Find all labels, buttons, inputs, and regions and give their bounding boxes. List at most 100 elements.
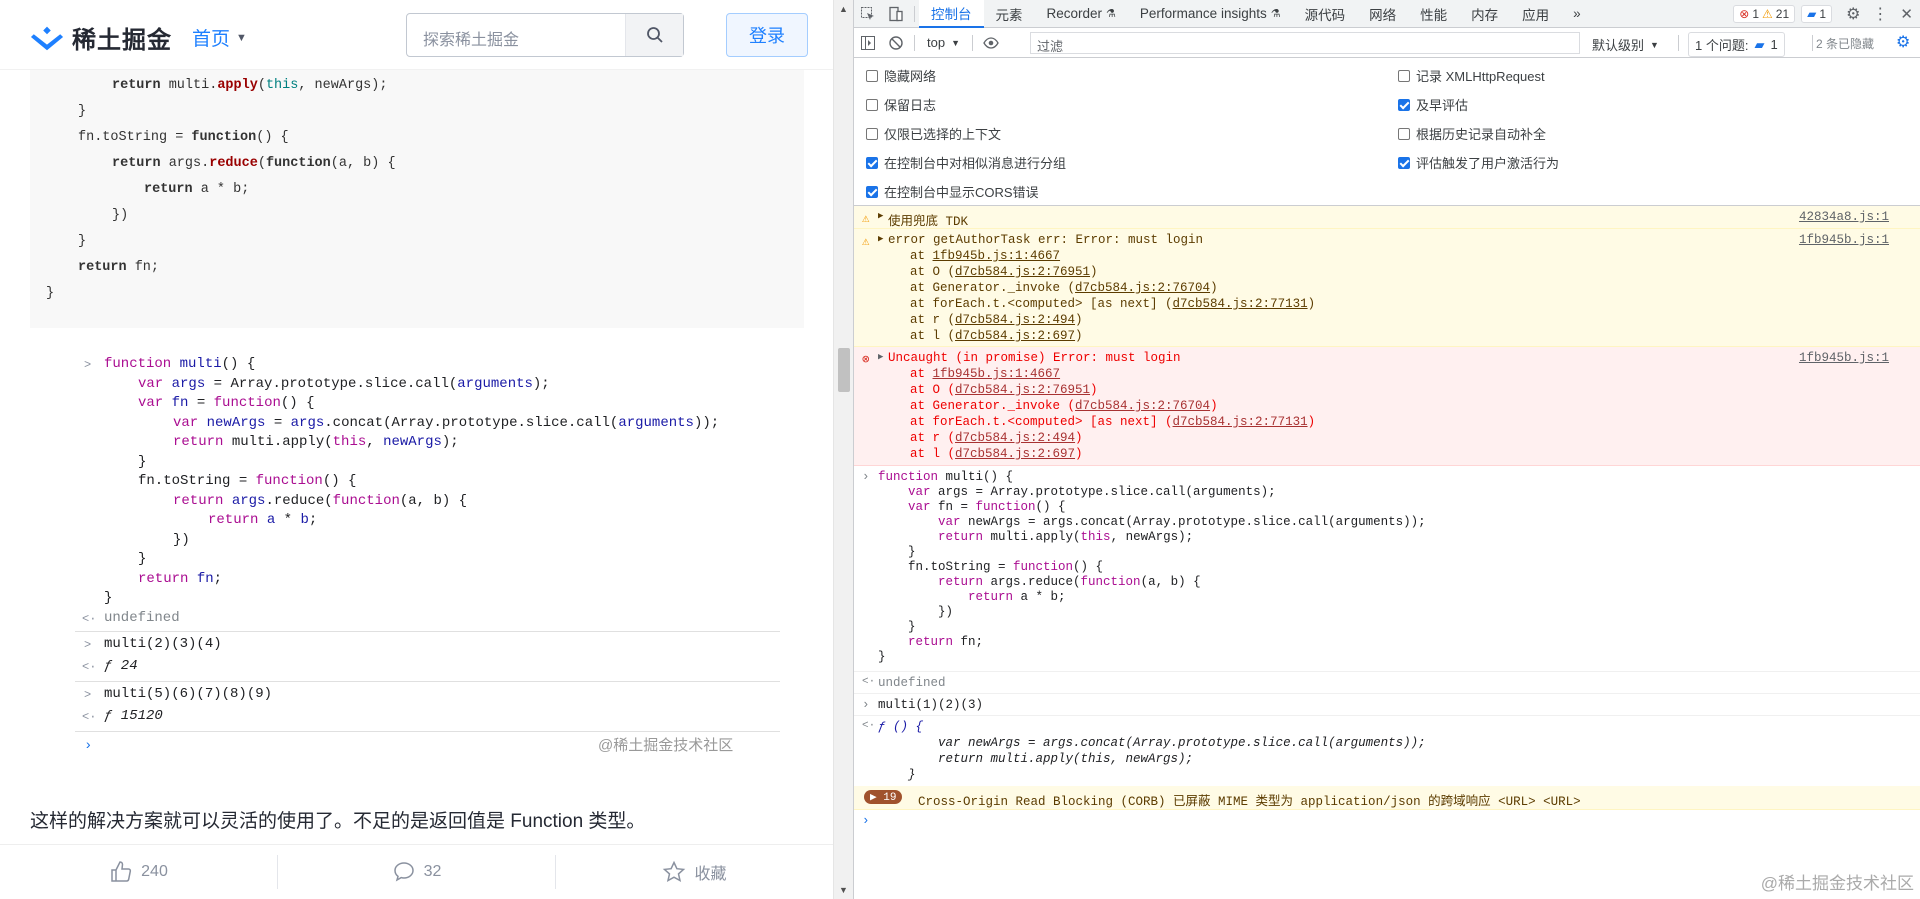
console-settings-gear-icon[interactable]: ⚙: [1896, 32, 1910, 52]
scroll-up-icon[interactable]: ▲: [839, 4, 848, 14]
gear-icon[interactable]: ⚙: [1846, 4, 1860, 24]
repeat-count-badge: ▶ 19: [864, 790, 903, 804]
message-counter[interactable]: ▰ 1: [1801, 5, 1833, 23]
search-input[interactable]: 探索稀土掘金: [407, 14, 625, 56]
stack-frame: at 1fb945b.js:1:4667: [910, 367, 1061, 381]
issues-button[interactable]: 1 个问题: ▰ 1: [1688, 32, 1785, 57]
sidebar-toggle-icon[interactable]: [854, 29, 882, 57]
stack-link[interactable]: d7cb584.js:2:76704: [1075, 281, 1210, 295]
setting-eager-eval[interactable]: 及早评估: [1398, 95, 1468, 114]
like-button[interactable]: 240: [0, 845, 277, 899]
code-block: return multi.apply(this, newArgs); } fn.…: [30, 70, 804, 328]
console-prompt[interactable]: ›: [854, 810, 1920, 832]
expand-triangle-icon[interactable]: ▶: [878, 234, 883, 244]
checkbox[interactable]: [1398, 127, 1410, 140]
stack-frame: at 1fb945b.js:1:4667: [910, 249, 1061, 263]
page-scrollbar[interactable]: ▲ ▼: [833, 0, 853, 899]
stack-link[interactable]: 1fb945b.js:1:4667: [933, 367, 1061, 381]
console-error[interactable]: ⊗ ▶ Uncaught (in promise) Error: must lo…: [854, 347, 1920, 466]
checkbox[interactable]: [1398, 156, 1410, 169]
stack-link[interactable]: d7cb584.js:2:697: [955, 329, 1075, 343]
console-warning[interactable]: ⚠ ▶ error getAuthorTask err: Error: must…: [854, 229, 1920, 347]
setting-hide-network[interactable]: 隐藏网络: [866, 66, 936, 85]
nav-home-label: 首页: [192, 29, 231, 50]
stack-link[interactable]: d7cb584.js:2:494: [955, 431, 1075, 445]
checkbox[interactable]: [866, 185, 878, 198]
tab-recorder[interactable]: Recorder ⚗: [1035, 0, 1128, 28]
error-text: Uncaught (in promise) Error: must login: [888, 351, 1181, 365]
checkbox[interactable]: [866, 98, 878, 111]
stack-link[interactable]: d7cb584.js:2:697: [955, 447, 1075, 461]
setting-autocomplete-history[interactable]: 根据历史记录自动补全: [1398, 124, 1546, 143]
log-level-dropdown[interactable]: 默认级别 ▼: [1592, 35, 1659, 54]
stack-link[interactable]: d7cb584.js:2:76704: [1075, 399, 1210, 413]
expand-triangle-icon[interactable]: ▶: [878, 352, 883, 362]
setting-log-xhr[interactable]: 记录 XMLHttpRequest: [1398, 66, 1545, 85]
clear-console-icon[interactable]: [882, 29, 910, 57]
console-warning[interactable]: ⚠ ▶ 使用兜底 TDK 42834a8.js:1: [854, 206, 1920, 229]
stack-link[interactable]: 1fb945b.js:1:4667: [933, 249, 1061, 263]
tab-performance-insights[interactable]: Performance insights ⚗: [1128, 0, 1293, 28]
eye-icon[interactable]: [977, 29, 1005, 57]
tab-performance[interactable]: 性能: [1408, 0, 1459, 28]
result-line[interactable]: ƒ () {: [878, 720, 923, 734]
result-line: return multi.apply(this, newArgs);: [878, 752, 1194, 766]
setting-user-activation[interactable]: 评估触发了用户激活行为: [1398, 153, 1559, 172]
setting-label: 根据历史记录自动补全: [1416, 127, 1547, 142]
kebab-menu-icon[interactable]: ⋮: [1872, 4, 1888, 24]
search-button[interactable]: [625, 14, 683, 56]
checkbox[interactable]: [1398, 69, 1410, 82]
warning-icon: ⚠: [1762, 7, 1773, 21]
collect-button[interactable]: 收藏: [555, 855, 833, 889]
tab-sources[interactable]: 源代码: [1293, 0, 1358, 28]
source-link[interactable]: 1fb945b.js:1: [1799, 233, 1889, 247]
scroll-down-icon[interactable]: ▼: [839, 885, 848, 895]
nav-home-dropdown[interactable]: 首页 ▼: [192, 24, 247, 51]
console-screenshot-image: > function multi() { var args = Array.pr…: [30, 348, 804, 768]
tab-memory[interactable]: 内存: [1459, 0, 1510, 28]
article-pane: 稀土掘金 首页 ▼ 探索稀土掘金 登录 return multi.apply(t…: [0, 0, 833, 899]
comment-button[interactable]: 32: [277, 855, 555, 889]
issue-counters[interactable]: ⊗ 1 ⚠ 21: [1733, 5, 1796, 23]
inspect-element-icon[interactable]: [854, 0, 882, 28]
tab-console[interactable]: 控制台: [919, 0, 984, 28]
chevron-right-icon: ›: [862, 698, 870, 712]
tab-recorder-label: Recorder: [1046, 6, 1103, 21]
stack-link[interactable]: d7cb584.js:2:77131: [1173, 297, 1308, 311]
source-link[interactable]: 42834a8.js:1: [1799, 210, 1889, 224]
more-tabs-icon[interactable]: »: [1561, 0, 1593, 28]
setting-label: 记录 XMLHttpRequest: [1416, 69, 1545, 84]
source-link[interactable]: 1fb945b.js:1: [1799, 351, 1889, 365]
device-toolbar-icon[interactable]: [882, 0, 910, 28]
tab-elements[interactable]: 元素: [984, 0, 1035, 28]
stack-link[interactable]: d7cb584.js:2:76951: [955, 265, 1090, 279]
setting-show-cors[interactable]: 在控制台中显示CORS错误: [866, 182, 1039, 201]
console-corb-warning[interactable]: ▶ 19 Cross-Origin Read Blocking (CORB) 已…: [854, 786, 1920, 810]
tab-network[interactable]: 网络: [1357, 0, 1408, 28]
site-logo[interactable]: 稀土掘金: [30, 20, 172, 55]
juejin-logo-icon: [30, 26, 64, 50]
scrollbar-thumb[interactable]: [838, 348, 850, 392]
checkbox[interactable]: [866, 127, 878, 140]
stack-link[interactable]: d7cb584.js:2:76951: [955, 383, 1090, 397]
setting-label: 保留日志: [884, 98, 937, 113]
checkbox[interactable]: [866, 69, 878, 82]
tab-application[interactable]: 应用: [1510, 0, 1561, 28]
setting-selected-context[interactable]: 仅限已选择的上下文: [866, 124, 1001, 143]
console-input-entry: › function multi() { var args = Array.pr…: [854, 466, 1920, 672]
caret-down-icon: ▼: [951, 37, 960, 48]
stack-link[interactable]: d7cb584.js:2:77131: [1173, 415, 1308, 429]
checkbox[interactable]: [1398, 98, 1410, 111]
checkbox[interactable]: [866, 156, 878, 169]
login-button[interactable]: 登录: [726, 13, 808, 57]
article-action-bar: 240 32 收藏: [0, 844, 833, 899]
setting-group-similar[interactable]: 在控制台中对相似消息进行分组: [866, 153, 1066, 172]
setting-preserve-log[interactable]: 保留日志: [866, 95, 936, 114]
expand-triangle-icon[interactable]: ▶: [878, 211, 883, 221]
stack-link[interactable]: d7cb584.js:2:494: [955, 313, 1075, 327]
console-filter-input[interactable]: 过滤: [1030, 32, 1580, 54]
issues-label: 1 个问题:: [1695, 38, 1749, 53]
close-icon[interactable]: ✕: [1900, 5, 1913, 23]
context-selector[interactable]: top ▼: [919, 35, 968, 50]
stack-frame: at forEach.t.<computed> [as next] (d7cb5…: [910, 297, 1316, 311]
